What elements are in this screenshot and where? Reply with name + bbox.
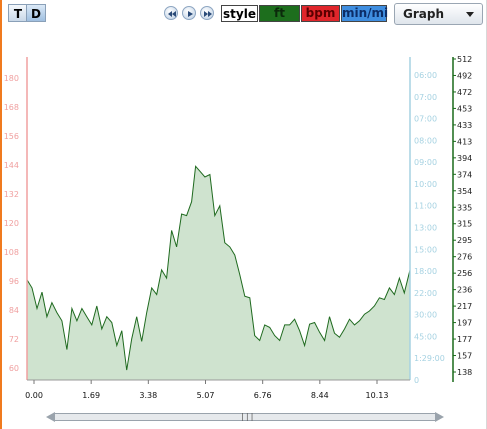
heart-rate-tick-label: 84 — [9, 306, 19, 315]
elevation-tick-label: 138 — [457, 368, 472, 377]
pace-tick-label: 1:29:00 — [414, 354, 445, 363]
pace-tick-label: 18:00 — [414, 267, 437, 276]
x-tick-label: 10.13 — [366, 391, 389, 400]
heart-rate-tick-label: 108 — [4, 248, 19, 257]
elevation-tick-label: 374 — [457, 170, 472, 179]
heart-rate-tick-label: 144 — [4, 161, 19, 170]
range-scrollbar[interactable]: ||| — [46, 412, 444, 422]
pace-tick-label: 11:00 — [414, 202, 437, 211]
elevation-tick-label: 197 — [457, 319, 472, 328]
pace-tick-label: 08:00 — [414, 136, 437, 145]
scroll-grip-icon[interactable]: ||| — [240, 413, 254, 421]
pace-tick-label: 09:00 — [414, 158, 437, 167]
heart-rate-tick-label: 96 — [9, 277, 19, 286]
pace-tick-label: 06:00 — [414, 71, 437, 80]
pace-tick-label: 07:00 — [414, 93, 437, 102]
elevation-tick-label: 315 — [457, 220, 472, 229]
heart-rate-tick-label: 168 — [4, 103, 19, 112]
x-tick-label: 6.76 — [254, 391, 272, 400]
elevation-area — [27, 166, 410, 380]
elevation-tick-label: 276 — [457, 253, 472, 262]
heart-rate-tick-label: 60 — [9, 364, 19, 373]
pace-tick-label: 30:00 — [414, 311, 437, 320]
elevation-tick-label: 256 — [457, 269, 472, 278]
pace-tick-label: 10:00 — [414, 180, 437, 189]
elevation-tick-label: 433 — [457, 121, 472, 130]
heart-rate-tick-label: 72 — [9, 335, 19, 344]
elevation-tick-label: 512 — [457, 55, 472, 64]
elevation-tick-label: 453 — [457, 104, 472, 113]
elevation-tick-label: 394 — [457, 154, 472, 163]
heart-rate-tick-label: 180 — [4, 74, 19, 83]
heart-rate-tick-label: 156 — [4, 132, 19, 141]
x-tick-label: 8.44 — [311, 391, 329, 400]
x-tick-label: 5.07 — [197, 391, 215, 400]
pace-tick-label: 0 — [414, 376, 419, 385]
elevation-tick-label: 335 — [457, 203, 472, 212]
elevation-tick-label: 354 — [457, 187, 472, 196]
elevation-tick-label: 413 — [457, 137, 472, 146]
elevation-tick-label: 217 — [457, 302, 472, 311]
pace-tick-label: 15:00 — [414, 245, 437, 254]
x-tick-label: 3.38 — [139, 391, 157, 400]
heart-rate-tick-label: 132 — [4, 190, 19, 199]
elevation-tick-label: 472 — [457, 88, 472, 97]
elevation-tick-label: 177 — [457, 335, 472, 344]
pace-tick-label: 45:00 — [414, 332, 437, 341]
x-tick-label: 1.69 — [82, 391, 100, 400]
pace-tick-label: 07:00 — [414, 115, 437, 124]
heart-rate-tick-label: 120 — [4, 219, 19, 228]
pace-tick-label: 13:00 — [414, 224, 437, 233]
elevation-chart: 180 168 156 144 132 120 108 96 84 72 60 06:00 07:00 0… — [4, 55, 473, 400]
pace-tick-label: 22:00 — [414, 289, 437, 298]
scroll-right-cap[interactable] — [435, 412, 444, 422]
elevation-tick-label: 236 — [457, 286, 472, 295]
elevation-tick-label: 295 — [457, 236, 472, 245]
elevation-tick-label: 157 — [457, 352, 472, 361]
x-tick-label: 0.00 — [25, 391, 43, 400]
elevation-tick-label: 492 — [457, 71, 472, 80]
